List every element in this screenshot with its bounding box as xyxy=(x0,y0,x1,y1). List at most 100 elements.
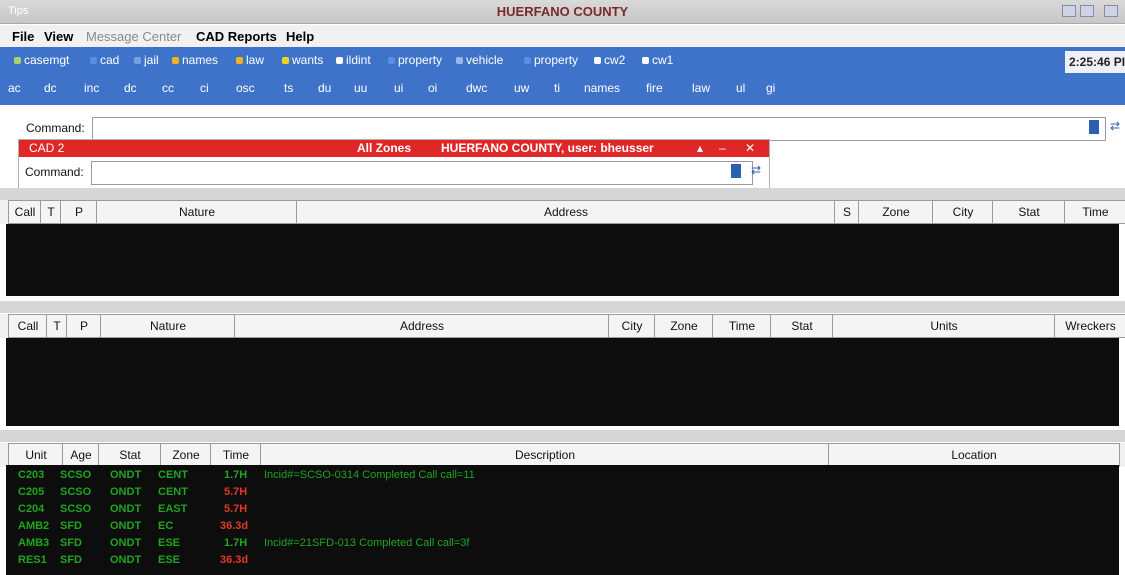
col-age[interactable]: Age xyxy=(62,443,100,467)
toolbar-cad-button[interactable]: cad xyxy=(90,53,119,67)
table-row[interactable]: AMB2 SFD ONDT EC 36.3d xyxy=(14,520,614,536)
cad2-title: CAD 2 xyxy=(29,141,65,155)
toolbar-ts-button[interactable]: ts xyxy=(284,81,293,95)
toolbar-dwc-button[interactable]: dwc xyxy=(466,81,487,95)
property-icon xyxy=(388,57,395,65)
col-s[interactable]: S xyxy=(834,200,860,224)
toolbar-dc-button[interactable]: dc xyxy=(44,81,57,95)
table-row[interactable]: RES1 SFD ONDT ESE 36.3d xyxy=(14,554,614,570)
col-stat[interactable]: Stat xyxy=(770,314,834,338)
toolbar-gi-button[interactable]: gi xyxy=(766,81,775,95)
menu-view[interactable]: View xyxy=(44,29,73,44)
col-nature[interactable]: Nature xyxy=(100,314,236,338)
toolbar-ac-button[interactable]: ac xyxy=(8,81,21,95)
law-icon xyxy=(236,57,243,65)
col-city[interactable]: City xyxy=(932,200,994,224)
col-nature[interactable]: Nature xyxy=(96,200,298,224)
toolbar-property2-button[interactable]: property xyxy=(524,53,578,67)
cad2-minimize-icon[interactable]: – xyxy=(719,141,726,155)
toolbar-names2-button[interactable]: names xyxy=(584,81,620,95)
vehicle-icon xyxy=(456,57,463,65)
col-wreckers[interactable]: Wreckers xyxy=(1054,314,1125,338)
window-icon xyxy=(594,57,601,65)
active-calls-panel-bar xyxy=(0,188,1125,200)
toolbar-wants-button[interactable]: wants xyxy=(282,53,323,67)
col-city[interactable]: City xyxy=(608,314,656,338)
pending-calls-body[interactable] xyxy=(6,338,1119,426)
menu-cad-reports[interactable]: CAD Reports xyxy=(196,29,277,44)
col-zone[interactable]: Zone xyxy=(858,200,934,224)
toolbar-ui-button[interactable]: ui xyxy=(394,81,403,95)
cad2-dropdown-icon[interactable] xyxy=(731,164,741,178)
toolbar-du-button[interactable]: du xyxy=(318,81,331,95)
table-row[interactable]: C204 SCSO ONDT EAST 5.7H xyxy=(14,503,614,519)
toolbar-names-button[interactable]: names xyxy=(172,53,218,67)
maximize-window-icon[interactable] xyxy=(1080,5,1094,17)
command-input[interactable] xyxy=(92,117,1106,141)
minimize-window-icon[interactable] xyxy=(1062,5,1076,17)
col-call[interactable]: Call xyxy=(8,314,48,338)
col-stat[interactable]: Stat xyxy=(98,443,162,467)
command-label: Command: xyxy=(26,121,85,135)
toolbar-cw2-button[interactable]: cw2 xyxy=(594,53,625,67)
active-calls-body[interactable] xyxy=(6,224,1119,296)
toolbar-cw1-button[interactable]: cw1 xyxy=(642,53,673,67)
toolbar-inc-button[interactable]: inc xyxy=(84,81,99,95)
col-zone[interactable]: Zone xyxy=(160,443,212,467)
toolbar-dc2-button[interactable]: dc xyxy=(124,81,137,95)
casemgt-icon xyxy=(14,57,21,65)
table-row[interactable]: C203 SCSO ONDT CENT 1.7H Incid#=SCSO-031… xyxy=(14,469,614,485)
col-call[interactable]: Call xyxy=(8,200,42,224)
col-zone[interactable]: Zone xyxy=(654,314,714,338)
cad2-close-icon[interactable]: ✕ xyxy=(745,141,755,155)
clock-display: 2:25:46 PI xyxy=(1065,51,1125,73)
col-description[interactable]: Description xyxy=(260,443,830,467)
col-t[interactable]: T xyxy=(40,200,62,224)
col-address[interactable]: Address xyxy=(234,314,610,338)
col-time[interactable]: Time xyxy=(712,314,772,338)
col-time[interactable]: Time xyxy=(210,443,262,467)
swap-icon[interactable]: ⇄ xyxy=(1110,119,1120,133)
close-window-icon[interactable] xyxy=(1104,5,1118,17)
col-t[interactable]: T xyxy=(46,314,68,338)
toolbar-law2-button[interactable]: law xyxy=(692,81,710,95)
property-icon xyxy=(524,57,531,65)
toolbar-vehicle-button[interactable]: vehicle xyxy=(456,53,503,67)
active-calls-header: Call T P Nature Address S Zone City Stat… xyxy=(0,200,1125,224)
toolbar-uu-button[interactable]: uu xyxy=(354,81,367,95)
col-p[interactable]: P xyxy=(60,200,98,224)
col-stat[interactable]: Stat xyxy=(992,200,1066,224)
toolbar-ci-button[interactable]: ci xyxy=(200,81,209,95)
command-dropdown-icon[interactable] xyxy=(1089,120,1099,134)
toolbar-ti-button[interactable]: ti xyxy=(554,81,560,95)
pending-calls-header: Call T P Nature Address City Zone Time S… xyxy=(0,314,1125,338)
table-row[interactable]: AMB3 SFD ONDT ESE 1.7H Incid#=21SFD-013 … xyxy=(14,537,614,553)
toolbar-law-button[interactable]: law xyxy=(236,53,264,67)
cad2-command-input[interactable] xyxy=(91,161,753,185)
toolbar-ul-button[interactable]: ul xyxy=(736,81,745,95)
cad2-swap-icon[interactable]: ⇄ xyxy=(751,163,761,177)
toolbar-casemgt-button[interactable]: casemgt xyxy=(14,53,69,67)
menu-help[interactable]: Help xyxy=(286,29,314,44)
toolbar-jail-button[interactable]: jail xyxy=(134,53,159,67)
toolbar-fire-button[interactable]: fire xyxy=(646,81,663,95)
menu-message-center[interactable]: Message Center xyxy=(86,29,181,44)
toolbar-property-button[interactable]: property xyxy=(388,53,442,67)
col-units[interactable]: Units xyxy=(832,314,1056,338)
col-p[interactable]: P xyxy=(66,314,102,338)
table-row[interactable]: C205 SCSO ONDT CENT 5.7H xyxy=(14,486,614,502)
units-header: Unit Age Stat Zone Time Description Loca… xyxy=(0,443,1125,467)
toolbar-uw-button[interactable]: uw xyxy=(514,81,529,95)
toolbar-osc-button[interactable]: osc xyxy=(236,81,255,95)
col-location[interactable]: Location xyxy=(828,443,1120,467)
toolbar-cc-button[interactable]: cc xyxy=(162,81,174,95)
menu-file[interactable]: File xyxy=(12,29,34,44)
wants-icon xyxy=(282,57,289,65)
col-address[interactable]: Address xyxy=(296,200,836,224)
toolbar-oi-button[interactable]: oi xyxy=(428,81,437,95)
toolbar-ildint-button[interactable]: ildint xyxy=(336,53,371,67)
col-time[interactable]: Time xyxy=(1064,200,1125,224)
col-unit[interactable]: Unit xyxy=(8,443,64,467)
window-title-bar: Tips HUERFANO COUNTY xyxy=(0,0,1125,24)
cad2-restore-icon[interactable]: ▴ xyxy=(697,141,703,155)
